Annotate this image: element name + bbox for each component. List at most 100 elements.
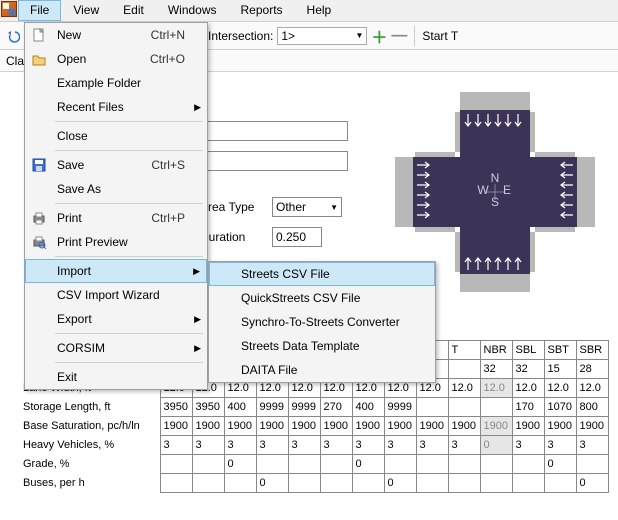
table-cell[interactable]: 3 — [576, 436, 608, 455]
file-menu-item-corsim[interactable]: CORSIM▶ — [25, 336, 207, 360]
table-cell[interactable]: 1900 — [352, 417, 384, 436]
menu-windows[interactable]: Windows — [156, 0, 229, 21]
file-menu-item-save[interactable]: SaveCtrl+S — [25, 153, 207, 177]
menu-item-label: CORSIM — [57, 341, 105, 355]
table-cell[interactable]: 12.0 — [448, 379, 480, 398]
table-cell[interactable]: 9999 — [384, 398, 416, 417]
table-cell[interactable]: 3 — [384, 436, 416, 455]
table-cell[interactable]: 1900 — [416, 417, 448, 436]
table-cell[interactable]: 1900 — [544, 417, 576, 436]
import-submenu-item-synchro-to-streets-converter[interactable]: Synchro-To-Streets Converter — [209, 310, 435, 334]
file-menu-item-print-preview[interactable]: Print Preview — [25, 230, 207, 254]
file-menu-item-csv-import-wizard[interactable]: CSV Import Wizard — [25, 283, 207, 307]
table-cell[interactable]: 1900 — [224, 417, 256, 436]
table-cell[interactable]: 0 — [384, 474, 416, 493]
table-cell[interactable]: 1900 — [288, 417, 320, 436]
table-cell[interactable]: 12.0 — [544, 379, 576, 398]
file-menu-item-print[interactable]: PrintCtrl+P — [25, 206, 207, 230]
table-cell[interactable]: 3 — [416, 436, 448, 455]
table-cell[interactable]: 0 — [256, 474, 288, 493]
menu-file[interactable]: File — [18, 0, 61, 21]
table-cell[interactable]: 32 — [480, 360, 512, 379]
intersection-select[interactable]: 1> ▼ — [277, 27, 367, 45]
table-cell[interactable]: 400 — [352, 398, 384, 417]
table-cell[interactable]: 3 — [224, 436, 256, 455]
table-cell[interactable]: 12.0 — [512, 379, 544, 398]
table-cell[interactable]: 3 — [160, 436, 192, 455]
file-menu-item-import[interactable]: Import▶ — [25, 259, 207, 283]
table-cell[interactable]: 3 — [320, 436, 352, 455]
file-menu-item-save-as[interactable]: Save As — [25, 177, 207, 201]
submenu-item-label: Synchro-To-Streets Converter — [241, 315, 400, 329]
table-cell[interactable]: 3 — [288, 436, 320, 455]
table-cell[interactable]: 3 — [352, 436, 384, 455]
area-type-select[interactable]: Other ▼ — [272, 197, 342, 217]
table-cell[interactable]: 9999 — [288, 398, 320, 417]
table-cell[interactable]: 1900 — [192, 417, 224, 436]
menu-item-label: Save — [57, 158, 84, 172]
file-menu-item-example-folder[interactable]: Example Folder — [25, 71, 207, 95]
table-cell[interactable]: 3 — [544, 436, 576, 455]
table-cell[interactable]: 1900 — [448, 417, 480, 436]
table-cell[interactable]: 1900 — [384, 417, 416, 436]
table-cell[interactable]: 400 — [224, 398, 256, 417]
table-cell[interactable]: 3950 — [160, 398, 192, 417]
field-1-input[interactable] — [200, 121, 348, 141]
menu-item-label: Print — [57, 211, 82, 225]
table-cell[interactable]: 3 — [448, 436, 480, 455]
file-menu-item-recent-files[interactable]: Recent Files▶ — [25, 95, 207, 119]
file-menu-item-open[interactable]: OpenCtrl+O — [25, 47, 207, 71]
menu-item-label: Close — [57, 129, 88, 143]
menu-item-label: Save As — [57, 182, 101, 196]
table-cell[interactable]: 3 — [512, 436, 544, 455]
field-2-input[interactable] — [200, 151, 348, 171]
file-menu-dropdown: NewCtrl+NOpenCtrl+OExample FolderRecent … — [24, 22, 208, 390]
file-menu-item-new[interactable]: NewCtrl+N — [25, 23, 207, 47]
table-cell[interactable]: 1900 — [160, 417, 192, 436]
table-cell[interactable]: 3 — [256, 436, 288, 455]
start-button[interactable]: Start T — [422, 29, 458, 43]
file-menu-item-exit[interactable]: Exit — [25, 365, 207, 389]
menu-item-label: Open — [57, 52, 86, 66]
remove-intersection-button[interactable]: — — [391, 27, 407, 45]
file-menu-item-close[interactable]: Close — [25, 124, 207, 148]
table-cell[interactable]: 15 — [544, 360, 576, 379]
table-cell[interactable]: 170 — [512, 398, 544, 417]
submenu-arrow-icon: ▶ — [194, 102, 201, 113]
table-cell[interactable]: 0 — [544, 455, 576, 474]
import-submenu-item-streets-data-template[interactable]: Streets Data Template — [209, 334, 435, 358]
table-cell[interactable]: 9999 — [256, 398, 288, 417]
file-menu-item-export[interactable]: Export▶ — [25, 307, 207, 331]
menu-item-label: Print Preview — [57, 235, 128, 249]
table-cell[interactable]: 0 — [480, 436, 512, 455]
table-cell[interactable]: 1070 — [544, 398, 576, 417]
table-cell[interactable]: 32 — [512, 360, 544, 379]
table-cell[interactable]: 1900 — [480, 417, 512, 436]
table-cell[interactable]: 0 — [224, 455, 256, 474]
table-cell[interactable]: 12.0 — [480, 379, 512, 398]
menu-edit[interactable]: Edit — [111, 0, 156, 21]
table-cell[interactable]: 1900 — [512, 417, 544, 436]
table-cell[interactable]: 28 — [576, 360, 608, 379]
import-submenu-item-daita-file[interactable]: DAITA File — [209, 358, 435, 382]
import-submenu-item-quickstreets-csv-file[interactable]: QuickStreets CSV File — [209, 286, 435, 310]
table-cell[interactable]: 3 — [192, 436, 224, 455]
table-cell[interactable]: 3950 — [192, 398, 224, 417]
add-intersection-button[interactable]: ＋ — [371, 24, 387, 48]
table-cell[interactable]: 270 — [320, 398, 352, 417]
table-cell[interactable]: 1900 — [256, 417, 288, 436]
table-cell[interactable]: 1900 — [320, 417, 352, 436]
menu-help[interactable]: Help — [295, 0, 344, 21]
undo-icon[interactable] — [4, 27, 22, 45]
duration-input[interactable] — [272, 227, 322, 247]
menu-reports[interactable]: Reports — [229, 0, 295, 21]
table-cell[interactable]: 1900 — [576, 417, 608, 436]
table-cell[interactable]: 12.0 — [576, 379, 608, 398]
menu-view[interactable]: View — [61, 0, 111, 21]
fields-panel: Area Type Other ▼ Duration — [200, 120, 348, 256]
import-submenu-item-streets-csv-file[interactable]: Streets CSV File — [209, 262, 435, 286]
table-cell[interactable]: 0 — [352, 455, 384, 474]
table-cell[interactable]: 0 — [576, 474, 608, 493]
table-cell[interactable]: 800 — [576, 398, 608, 417]
duration-label: Duration — [200, 230, 272, 244]
